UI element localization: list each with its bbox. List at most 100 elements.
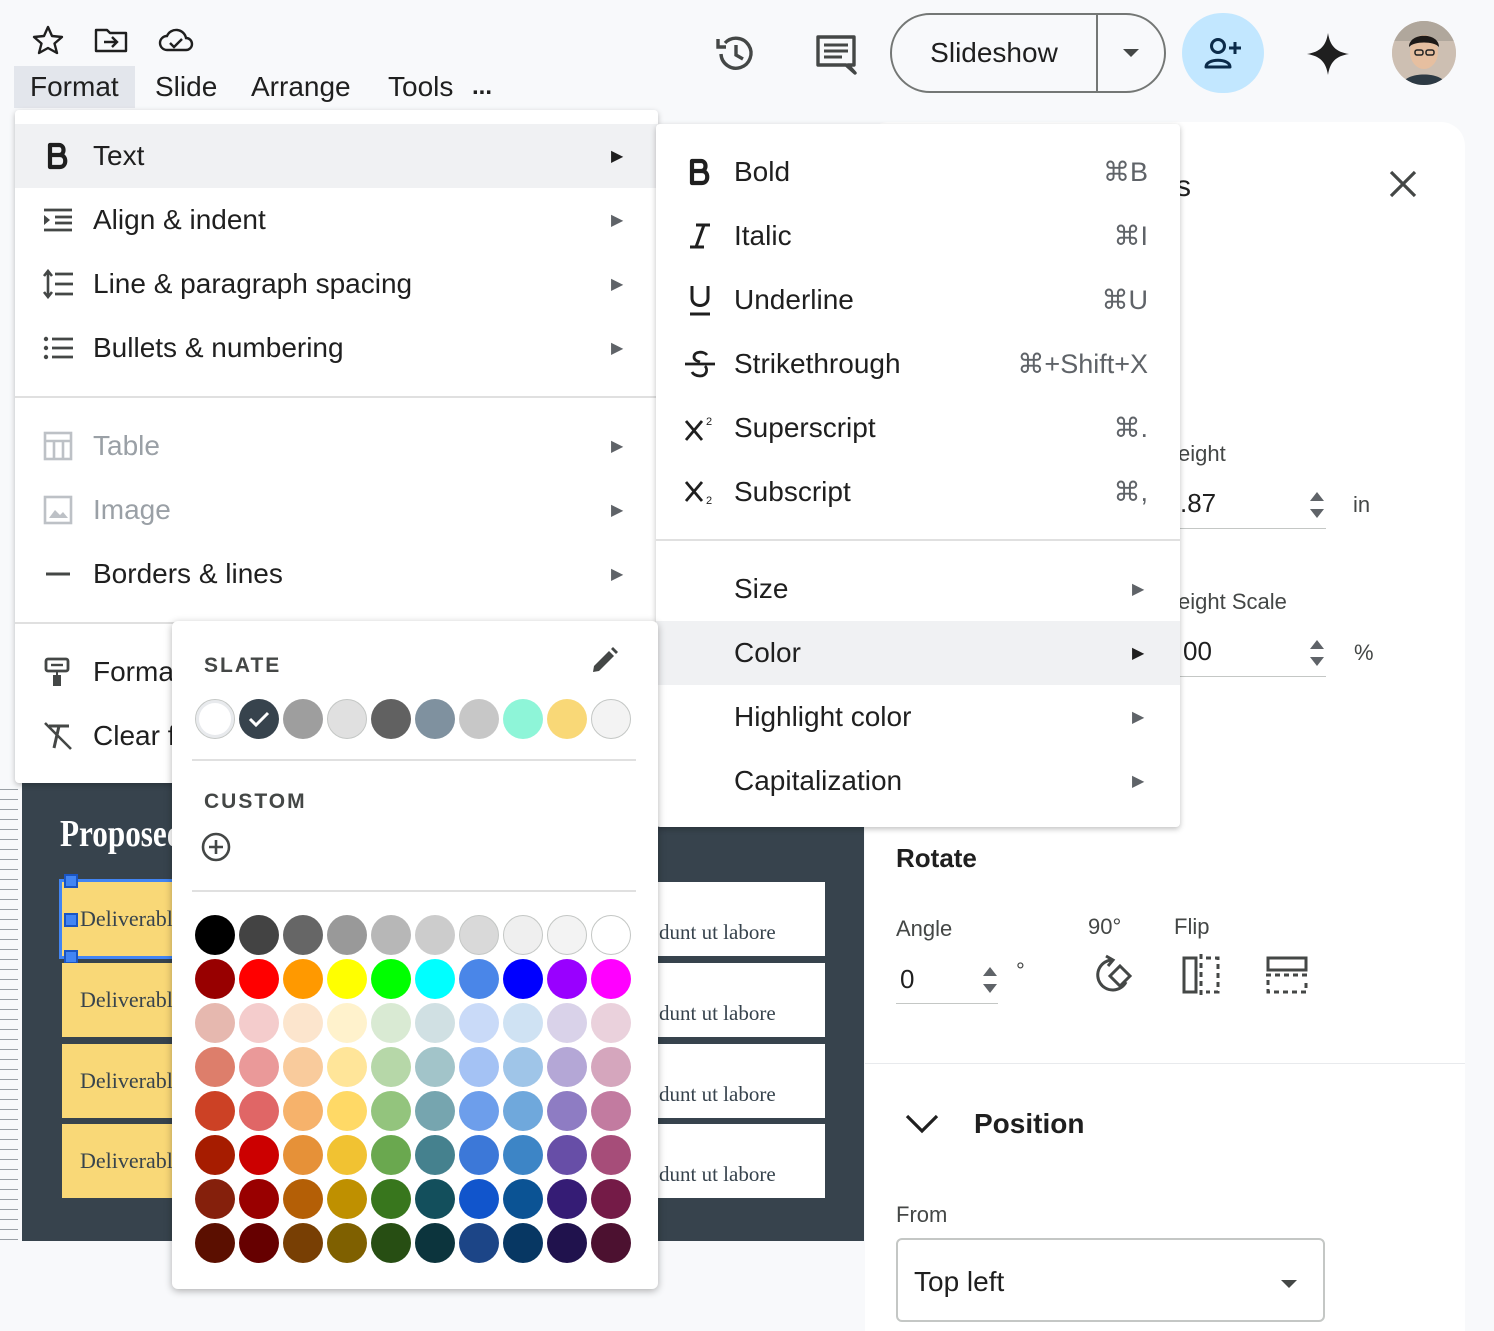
position-heading[interactable]: Position (974, 1108, 1084, 1140)
color-swatch[interactable] (371, 1003, 411, 1043)
color-swatch[interactable] (503, 915, 543, 955)
color-swatch[interactable] (591, 959, 631, 999)
color-swatch[interactable] (459, 1091, 499, 1131)
color-swatch[interactable] (239, 1047, 279, 1087)
color-swatch[interactable] (195, 1091, 235, 1131)
slideshow-button[interactable]: Slideshow (890, 13, 1166, 93)
color-swatch[interactable] (415, 1047, 455, 1087)
theme-color-swatch[interactable] (415, 699, 455, 739)
height-scale-value[interactable]: 00 (1183, 636, 1212, 667)
text-card[interactable]: dunt ut labore (655, 1124, 825, 1198)
slideshow-dropdown-icon[interactable] (1098, 48, 1164, 58)
color-swatch[interactable] (371, 915, 411, 955)
theme-color-swatch[interactable] (591, 699, 631, 739)
color-swatch[interactable] (327, 1223, 367, 1263)
color-swatch[interactable] (547, 1223, 587, 1263)
color-swatch[interactable] (547, 1003, 587, 1043)
text-card[interactable]: dunt ut labore (655, 882, 825, 956)
flip-vertical-icon[interactable] (1264, 952, 1310, 998)
color-swatch[interactable] (283, 915, 323, 955)
color-swatch[interactable] (283, 1091, 323, 1131)
text-menu-item-size[interactable]: Size ▶ (656, 557, 1180, 621)
color-swatch[interactable] (415, 1135, 455, 1175)
menu-slide[interactable]: Slide (155, 66, 217, 108)
color-swatch[interactable] (459, 1003, 499, 1043)
angle-value[interactable]: 0 (900, 964, 914, 995)
text-menu-item-underline[interactable]: Underline ⌘U (656, 268, 1180, 332)
cloud-saved-icon[interactable] (157, 24, 194, 56)
share-button[interactable] (1182, 13, 1264, 93)
selection-handle[interactable] (64, 950, 78, 964)
color-swatch[interactable] (283, 959, 323, 999)
color-swatch[interactable] (195, 1047, 235, 1087)
color-swatch[interactable] (283, 1223, 323, 1263)
theme-color-swatch[interactable] (371, 699, 411, 739)
color-swatch[interactable] (327, 1091, 367, 1131)
text-menu-item-superscript[interactable]: 2 Superscript ⌘. (656, 396, 1180, 460)
color-swatch[interactable] (239, 1003, 279, 1043)
color-swatch[interactable] (459, 959, 499, 999)
color-swatch[interactable] (371, 1091, 411, 1131)
from-select[interactable]: Top left (896, 1238, 1325, 1322)
color-swatch[interactable] (239, 1179, 279, 1219)
text-menu-item-highlight-color[interactable]: Highlight color ▶ (656, 685, 1180, 749)
close-panel-icon[interactable] (1385, 166, 1421, 202)
color-swatch[interactable] (591, 1047, 631, 1087)
menu-arrange[interactable]: Arrange (251, 66, 351, 108)
color-swatch[interactable] (327, 1003, 367, 1043)
format-menu-item-borders[interactable]: Borders & lines ▶ (15, 542, 658, 606)
height-scale-stepper-icon[interactable] (1308, 638, 1326, 668)
color-swatch[interactable] (503, 1047, 543, 1087)
text-card[interactable]: dunt ut labore (655, 963, 825, 1037)
color-swatch[interactable] (239, 959, 279, 999)
color-swatch[interactable] (327, 1179, 367, 1219)
color-swatch[interactable] (415, 1003, 455, 1043)
rotate-90-icon[interactable] (1092, 952, 1140, 998)
selection-handle[interactable] (64, 913, 78, 927)
color-swatch[interactable] (591, 1091, 631, 1131)
color-swatch[interactable] (195, 959, 235, 999)
color-swatch[interactable] (371, 1223, 411, 1263)
color-swatch[interactable] (415, 1091, 455, 1131)
color-swatch[interactable] (459, 1047, 499, 1087)
menu-more[interactable]: ... (472, 66, 492, 108)
color-swatch[interactable] (283, 1135, 323, 1175)
color-swatch[interactable] (239, 1135, 279, 1175)
color-swatch[interactable] (547, 915, 587, 955)
version-history-icon[interactable] (710, 28, 762, 80)
color-swatch[interactable] (591, 1223, 631, 1263)
theme-color-swatch[interactable] (283, 699, 323, 739)
gemini-sparkle-icon[interactable] (1302, 28, 1354, 80)
color-swatch[interactable] (547, 959, 587, 999)
color-swatch[interactable] (283, 1047, 323, 1087)
text-menu-item-capitalization[interactable]: Capitalization ▶ (656, 749, 1180, 813)
selection-handle[interactable] (64, 874, 78, 888)
theme-color-swatch[interactable] (459, 699, 499, 739)
color-swatch[interactable] (459, 1135, 499, 1175)
flip-horizontal-icon[interactable] (1180, 952, 1222, 998)
color-swatch[interactable] (503, 1223, 543, 1263)
color-swatch[interactable] (327, 959, 367, 999)
chevron-down-icon[interactable] (903, 1110, 941, 1138)
color-swatch[interactable] (591, 1179, 631, 1219)
slide-title[interactable]: Proposed (60, 812, 184, 856)
color-swatch[interactable] (415, 1223, 455, 1263)
comments-icon[interactable] (810, 28, 862, 80)
color-swatch[interactable] (195, 1003, 235, 1043)
color-swatch[interactable] (459, 1223, 499, 1263)
color-swatch[interactable] (283, 1003, 323, 1043)
color-swatch[interactable] (195, 1135, 235, 1175)
theme-color-swatch[interactable] (327, 699, 367, 739)
star-icon[interactable] (30, 24, 66, 56)
color-swatch[interactable] (371, 959, 411, 999)
color-swatch[interactable] (327, 1135, 367, 1175)
color-swatch[interactable] (327, 915, 367, 955)
format-menu-item-line-spacing[interactable]: Line & paragraph spacing ▶ (15, 252, 658, 316)
color-swatch[interactable] (195, 1179, 235, 1219)
color-swatch[interactable] (547, 1135, 587, 1175)
text-menu-item-subscript[interactable]: 2 Subscript ⌘, (656, 460, 1180, 524)
menu-format[interactable]: Format (14, 66, 135, 108)
color-swatch[interactable] (415, 1179, 455, 1219)
color-swatch[interactable] (503, 1003, 543, 1043)
angle-stepper-icon[interactable] (981, 965, 999, 995)
